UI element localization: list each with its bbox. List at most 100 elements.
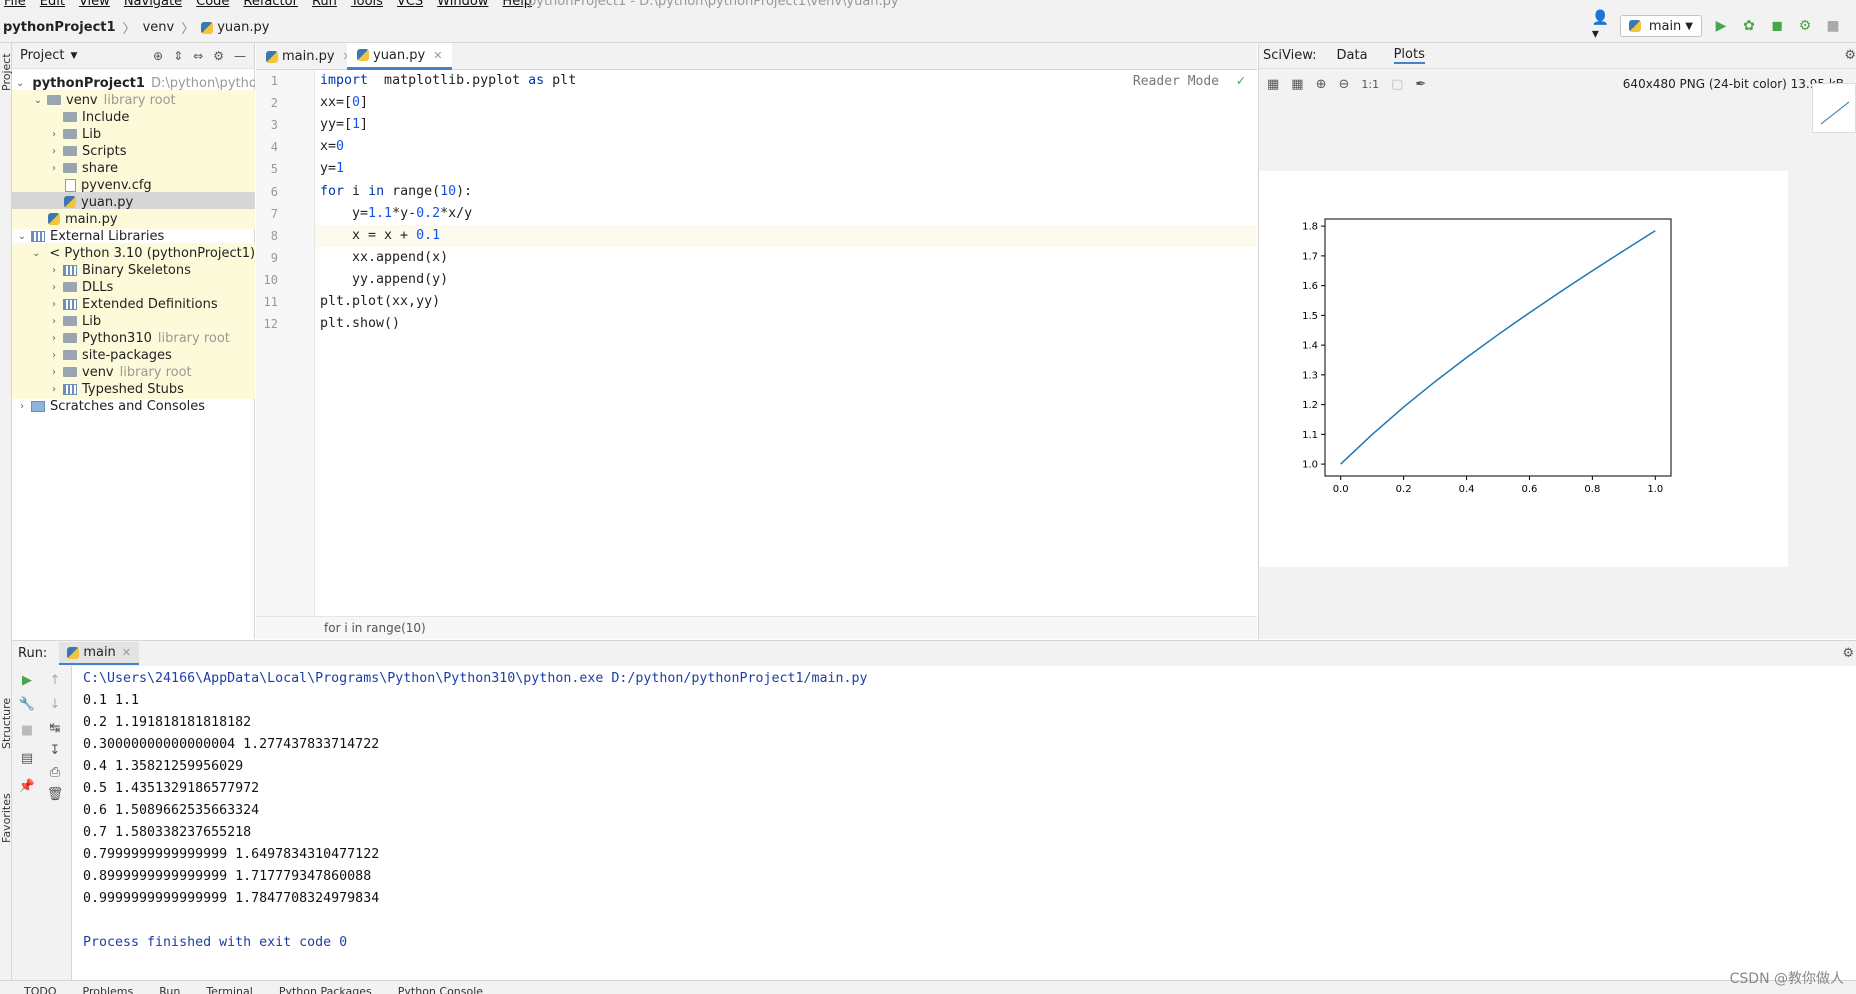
project-panel-title[interactable]: Project — [20, 48, 64, 63]
bottom-tool-tab[interactable]: Problems — [83, 985, 134, 994]
chevron-right-icon[interactable]: › — [48, 384, 60, 395]
chevron-right-icon[interactable]: › — [48, 163, 60, 174]
run-config-selector[interactable]: main ▼ — [1619, 15, 1702, 37]
run-console[interactable]: C:\Users\24166\AppData\Local\Programs\Py… — [72, 666, 1856, 980]
chevron-right-icon[interactable]: › — [48, 316, 60, 327]
grid-icon[interactable]: ▦ — [1291, 77, 1303, 92]
line-number: 7 — [270, 206, 278, 221]
menu-item[interactable]: Edit — [40, 0, 65, 9]
code-line[interactable]: x = x + 0.1 — [315, 224, 1257, 247]
print-icon[interactable]: ⎙ — [46, 764, 64, 782]
menu-item[interactable]: Refactor — [243, 0, 298, 9]
fit-icon[interactable]: ▦ — [1267, 77, 1279, 92]
breadcrumb-file[interactable]: yuan.py — [217, 20, 269, 35]
bottom-tool-tab[interactable]: Python Console — [398, 985, 483, 994]
zoom-out-icon[interactable]: ⊖ — [1339, 77, 1350, 92]
tree-item[interactable]: › Scratches and Consoles — [12, 396, 255, 416]
zoom-in-icon[interactable]: ⊕ — [1316, 77, 1327, 92]
left-tool-stripe: Project Structure Favorites — [0, 43, 13, 980]
minimize-icon[interactable]: — — [234, 49, 246, 63]
code-editor[interactable]: Reader Mode ✓ import matplotlib.pyplot a… — [315, 70, 1257, 616]
soft-wrap-icon[interactable]: ↹ — [46, 720, 64, 738]
chevron-down-icon[interactable]: ⌄ — [32, 248, 40, 259]
code-line[interactable]: y=1 — [315, 158, 1257, 180]
code-line[interactable]: import matplotlib.pyplot as plt — [315, 70, 1257, 92]
collapse-all-icon[interactable]: ⇔ — [193, 49, 203, 63]
run-tab-main[interactable]: main ✕ — [59, 642, 140, 665]
chevron-right-icon[interactable]: › — [48, 265, 60, 276]
menu-bar: File Edit View Navigate Code Refactor Run Tools… — [0, 0, 1856, 10]
bottom-tool-tab[interactable]: TODO — [24, 985, 57, 994]
chevron-right-icon[interactable]: › — [48, 146, 60, 157]
tab-data[interactable]: Data — [1337, 48, 1368, 63]
code-line[interactable]: for i in range(10): — [315, 181, 1257, 203]
code-line[interactable]: yy.append(y) — [315, 269, 1257, 291]
expand-all-icon[interactable]: ⇕ — [173, 49, 183, 63]
code-line[interactable]: yy=[1] — [315, 114, 1257, 136]
pin-icon[interactable]: 📌 — [18, 778, 36, 796]
chevron-down-icon[interactable]: ⌄ — [32, 95, 44, 106]
bottom-tool-tab[interactable]: Run — [159, 985, 180, 994]
code-line[interactable]: xx.append(x) — [315, 247, 1257, 269]
chevron-right-icon[interactable]: › — [48, 282, 60, 293]
folder-icon — [47, 95, 61, 105]
menu-item[interactable]: Tools — [351, 0, 383, 9]
editor-breadcrumb[interactable]: for i in range(10) — [256, 616, 1257, 639]
breadcrumb-folder[interactable]: venv — [143, 20, 175, 35]
code-line[interactable]: plt.show() — [315, 313, 1257, 335]
coverage-icon[interactable]: ◼ — [1768, 17, 1786, 35]
code-line[interactable]: plt.plot(xx,yy) — [315, 291, 1257, 313]
tab-main-py[interactable]: main.py ✕ — [256, 43, 362, 70]
scroll-to-end-icon[interactable]: ↧ — [46, 742, 64, 760]
gear-icon[interactable]: ⚙ — [1842, 646, 1854, 661]
chevron-right-icon[interactable]: › — [48, 367, 60, 378]
menu-item[interactable]: View — [79, 0, 110, 9]
run-icon[interactable]: ▶ — [1712, 17, 1730, 35]
gear-icon[interactable]: ⚙ — [213, 49, 224, 63]
profile-icon[interactable]: ⚙ — [1796, 17, 1814, 35]
tab-yuan-py[interactable]: yuan.py ✕ — [347, 43, 453, 70]
chevron-down-icon[interactable]: ⌄ — [16, 78, 24, 89]
close-icon[interactable]: ✕ — [433, 49, 442, 62]
menu-item[interactable]: Window — [437, 0, 488, 9]
color-picker-icon[interactable]: ✒ — [1415, 77, 1426, 92]
chevron-right-icon[interactable]: › — [16, 401, 28, 412]
tab-label: yuan.py — [373, 47, 426, 63]
menu-item[interactable]: File — [4, 0, 26, 9]
code-line[interactable]: xx=[0] — [315, 92, 1257, 114]
bottom-tool-tab[interactable]: Python Packages — [279, 985, 372, 994]
rerun-icon[interactable]: ▶ — [18, 672, 36, 690]
plot-thumbnail[interactable] — [1812, 83, 1856, 133]
wrench-icon[interactable]: 🔧 — [18, 696, 36, 714]
debug-icon[interactable]: ✿ — [1740, 17, 1758, 35]
background-icon[interactable]: ▢ — [1391, 77, 1403, 92]
user-icon[interactable]: 👤▾ — [1592, 10, 1610, 42]
menu-item[interactable]: VCS — [397, 0, 423, 9]
up-arrow-icon[interactable]: ↑ — [46, 672, 64, 690]
menu-item[interactable]: Run — [312, 0, 337, 9]
menu-item[interactable]: Navigate — [124, 0, 182, 9]
locate-icon[interactable]: ⊕ — [153, 49, 163, 63]
menu-item[interactable]: Code — [196, 0, 229, 9]
bottom-tool-tab[interactable]: Terminal — [206, 985, 253, 994]
y-tick-label: 1.8 — [1302, 222, 1318, 233]
stop-icon[interactable]: ■ — [1824, 17, 1842, 35]
breadcrumb-project[interactable]: pythonProject1 — [3, 20, 116, 35]
actual-size-button[interactable]: 1:1 — [1361, 78, 1379, 91]
chevron-down-icon[interactable]: ⌄ — [16, 231, 28, 242]
chevron-right-icon[interactable]: › — [48, 350, 60, 361]
chevron-right-icon[interactable]: › — [48, 299, 60, 310]
code-line[interactable]: y=1.1*y-0.2*x/y — [315, 203, 1257, 225]
chevron-down-icon[interactable]: ▼ — [70, 51, 77, 61]
chevron-right-icon[interactable]: › — [48, 129, 60, 140]
close-icon[interactable]: ✕ — [122, 646, 131, 659]
gear-icon[interactable]: ⚙ — [1844, 48, 1856, 63]
stop-icon[interactable]: ■ — [18, 722, 36, 740]
tab-plots[interactable]: Plots — [1393, 47, 1425, 64]
code-line[interactable]: x=0 — [315, 136, 1257, 158]
trash-icon[interactable]: 🗑 — [46, 786, 64, 804]
layout-icon[interactable]: ▤ — [18, 750, 36, 768]
chevron-right-icon[interactable]: › — [48, 333, 60, 344]
editor-tab-bar: main.py ✕ yuan.py ✕ — [256, 43, 1257, 70]
down-arrow-icon[interactable]: ↓ — [46, 696, 64, 714]
